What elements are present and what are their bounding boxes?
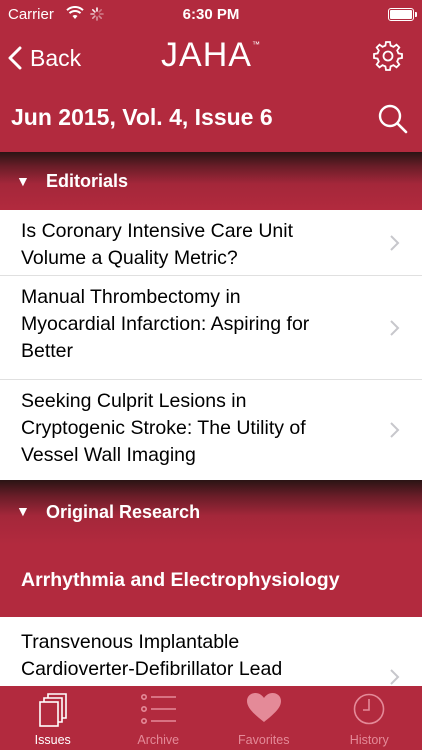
section-label: Original Research <box>46 502 201 522</box>
list-item[interactable]: Is Coronary Intensive Care Unit Volume a… <box>0 210 422 276</box>
article-title-line: Myocardial Infarction: Aspiring for <box>21 313 310 335</box>
article-title-line: Volume a Quality Metric? <box>21 247 238 269</box>
tab-bar: Issues Archive Favorites History <box>0 686 422 750</box>
tab-archive[interactable]: Archive <box>106 686 212 750</box>
editorials-list: Is Coronary Intensive Care Unit Volume a… <box>0 210 422 480</box>
chevron-right-icon <box>390 422 400 438</box>
tab-history[interactable]: History <box>317 686 422 750</box>
article-title-line: Is Coronary Intensive Care Unit <box>21 220 294 242</box>
tab-label: History <box>349 733 389 747</box>
article-title-line: Cryptogenic Stroke: The Utility of <box>21 417 306 439</box>
article-title-line: Better <box>21 340 74 362</box>
logo-text: JAHA <box>161 36 252 74</box>
section-header-editorials[interactable]: ▼ Editorials <box>0 152 422 210</box>
heart-icon <box>246 693 281 722</box>
issues-icon <box>38 693 67 727</box>
tab-label: Issues <box>34 733 71 747</box>
list-item[interactable]: Seeking Culprit Lesions in Cryptogenic S… <box>0 380 422 480</box>
article-title-line: Seeking Culprit Lesions in <box>21 390 247 412</box>
original-research-list: Transvenous Implantable Cardioverter-Def… <box>0 617 422 687</box>
issue-title: Jun 2015, Vol. 4, Issue 6 <box>11 104 273 130</box>
tab-issues[interactable]: Issues <box>0 686 106 750</box>
article-title-line: Transvenous Implantable <box>21 631 240 653</box>
subsection-label: Arrhythmia and Electrophysiology <box>21 569 340 591</box>
top-bar: Carrier 6:30 PM Back JAHA™ Jun 2015, Vol… <box>0 0 422 152</box>
section-label: Editorials <box>46 171 129 191</box>
search-button[interactable] <box>377 103 409 140</box>
collapse-triangle-icon: ▼ <box>16 503 30 519</box>
battery-icon <box>388 8 417 21</box>
section-header-original-research[interactable]: ▼ Original Research <box>0 480 422 545</box>
app-logo: JAHA™ <box>0 36 422 75</box>
status-bar: Carrier 6:30 PM <box>0 0 422 30</box>
subsection-header: Arrhythmia and Electrophysiology <box>0 545 422 617</box>
clock-icon <box>353 693 385 725</box>
tab-label: Favorites <box>238 733 290 747</box>
list-item[interactable]: Transvenous Implantable Cardioverter-Def… <box>0 617 422 687</box>
chevron-right-icon <box>390 234 400 251</box>
trademark-mark: ™ <box>251 40 261 49</box>
article-title-line: Manual Thrombectomy in <box>21 286 241 308</box>
gear-icon <box>373 41 403 71</box>
tab-label: Archive <box>137 733 180 747</box>
chevron-right-icon <box>390 319 400 336</box>
clock-label: 6:30 PM <box>182 6 240 23</box>
collapse-triangle-icon: ▼ <box>16 173 30 189</box>
archive-icon <box>141 693 177 724</box>
list-item[interactable]: Manual Thrombectomy in Myocardial Infarc… <box>0 276 422 380</box>
chevron-right-icon <box>390 669 400 685</box>
article-title-line: Cardioverter-Defibrillator Lead <box>21 658 283 680</box>
nav-bar: Back JAHA™ <box>0 30 422 86</box>
issue-bar: Jun 2015, Vol. 4, Issue 6 <box>0 90 422 148</box>
article-title-line: Vessel Wall Imaging <box>21 444 196 466</box>
search-icon <box>378 104 408 134</box>
tab-favorites[interactable]: Favorites <box>211 686 317 750</box>
settings-button[interactable] <box>372 40 404 77</box>
